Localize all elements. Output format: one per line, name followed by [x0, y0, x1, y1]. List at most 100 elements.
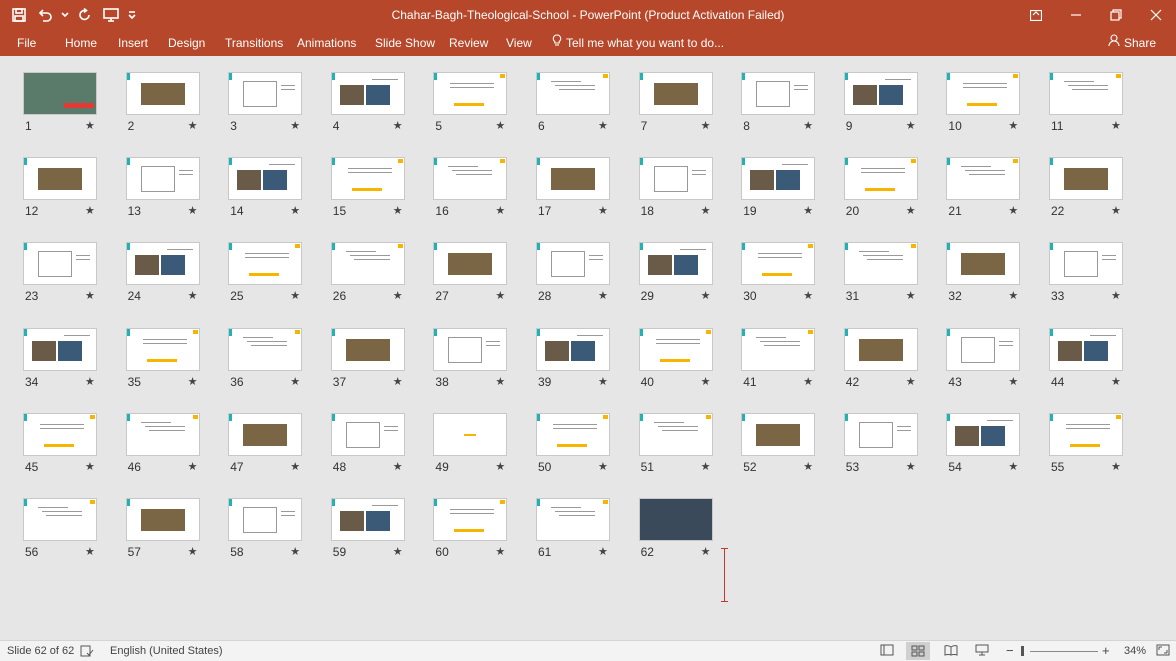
- slide-thumbnail-2[interactable]: 2 ★: [125, 72, 228, 133]
- transition-star-icon[interactable]: ★: [598, 375, 608, 388]
- transition-star-icon[interactable]: ★: [188, 545, 198, 558]
- transition-star-icon[interactable]: ★: [85, 289, 95, 302]
- transition-star-icon[interactable]: ★: [85, 460, 95, 473]
- normal-view-icon[interactable]: [880, 644, 896, 658]
- tell-me-box[interactable]: Tell me what you want to do...: [552, 34, 724, 52]
- slide-thumbnail-30[interactable]: 30 ★: [741, 242, 843, 303]
- slide-thumbnail-9[interactable]: 9 ★: [843, 72, 946, 133]
- slide-thumbnail-43[interactable]: 43 ★: [946, 327, 1048, 389]
- slide-thumbnail-44[interactable]: 44 ★: [1049, 327, 1151, 389]
- slide-thumbnail-25[interactable]: 25 ★: [228, 242, 330, 303]
- transition-star-icon[interactable]: ★: [290, 375, 300, 388]
- tab-home[interactable]: Home: [65, 34, 97, 52]
- tab-file[interactable]: File: [17, 34, 36, 52]
- transition-star-icon[interactable]: ★: [803, 119, 813, 132]
- slide-thumbnail-19[interactable]: 19 ★: [741, 157, 843, 218]
- tab-transitions[interactable]: Transitions: [225, 34, 283, 52]
- slide-thumbnail-48[interactable]: 48 ★: [330, 412, 433, 474]
- transition-star-icon[interactable]: ★: [290, 204, 300, 217]
- slide-thumbnail-38[interactable]: 38 ★: [433, 327, 535, 389]
- slide-thumbnail-31[interactable]: 31 ★: [843, 242, 946, 303]
- slide-thumbnail-18[interactable]: 18 ★: [638, 157, 741, 218]
- transition-star-icon[interactable]: ★: [1111, 375, 1121, 388]
- tab-slide-show[interactable]: Slide Show: [375, 34, 435, 52]
- transition-star-icon[interactable]: ★: [803, 375, 813, 388]
- slide-thumbnail-5[interactable]: 5 ★: [433, 72, 535, 133]
- transition-star-icon[interactable]: ★: [1008, 460, 1018, 473]
- transition-star-icon[interactable]: ★: [598, 460, 608, 473]
- ribbon-display-options-icon[interactable]: [1016, 0, 1056, 30]
- slide-thumbnail-42[interactable]: 42 ★: [843, 327, 946, 389]
- slide-thumbnail-26[interactable]: 26 ★: [330, 242, 433, 303]
- slide-thumbnail-41[interactable]: 41 ★: [741, 327, 843, 389]
- transition-star-icon[interactable]: ★: [803, 289, 813, 302]
- slide-thumbnail-55[interactable]: 55 ★: [1049, 412, 1151, 474]
- transition-star-icon[interactable]: ★: [495, 375, 505, 388]
- transition-star-icon[interactable]: ★: [906, 204, 916, 217]
- slide-thumbnail-1[interactable]: 1 ★: [23, 72, 125, 133]
- slide-thumbnail-28[interactable]: 28 ★: [536, 242, 638, 303]
- slide-thumbnail-39[interactable]: 39 ★: [536, 327, 638, 389]
- slide-thumbnail-24[interactable]: 24 ★: [125, 242, 228, 303]
- tab-insert[interactable]: Insert: [118, 34, 148, 52]
- slide-thumbnail-61[interactable]: 61 ★: [536, 498, 638, 559]
- transition-star-icon[interactable]: ★: [495, 289, 505, 302]
- slide-thumbnail-37[interactable]: 37 ★: [330, 327, 433, 389]
- slide-thumbnail-32[interactable]: 32 ★: [946, 242, 1048, 303]
- transition-star-icon[interactable]: ★: [598, 289, 608, 302]
- transition-star-icon[interactable]: ★: [803, 460, 813, 473]
- transition-star-icon[interactable]: ★: [393, 119, 403, 132]
- slide-thumbnail-7[interactable]: 7 ★: [638, 72, 741, 133]
- slide-thumbnail-29[interactable]: 29 ★: [638, 242, 741, 303]
- transition-star-icon[interactable]: ★: [495, 545, 505, 558]
- close-icon[interactable]: [1136, 0, 1176, 30]
- slide-thumbnail-35[interactable]: 35 ★: [125, 327, 228, 389]
- slide-thumbnail-17[interactable]: 17 ★: [536, 157, 638, 218]
- slide-counter[interactable]: Slide 62 of 62: [7, 645, 74, 657]
- slide-thumbnail-62[interactable]: 62 ★: [638, 498, 741, 559]
- slide-thumbnail-33[interactable]: 33 ★: [1049, 242, 1151, 303]
- zoom-in-button[interactable]: +: [1102, 643, 1110, 658]
- slide-thumbnail-22[interactable]: 22 ★: [1049, 157, 1151, 218]
- slide-thumbnail-12[interactable]: 12 ★: [23, 157, 125, 218]
- slide-thumbnail-54[interactable]: 54 ★: [946, 412, 1048, 474]
- slide-thumbnail-50[interactable]: 50 ★: [536, 412, 638, 474]
- transition-star-icon[interactable]: ★: [701, 460, 711, 473]
- transition-star-icon[interactable]: ★: [495, 204, 505, 217]
- transition-star-icon[interactable]: ★: [1111, 289, 1121, 302]
- transition-star-icon[interactable]: ★: [701, 375, 711, 388]
- transition-star-icon[interactable]: ★: [598, 119, 608, 132]
- slide-thumbnail-16[interactable]: 16 ★: [433, 157, 535, 218]
- slide-thumbnail-46[interactable]: 46 ★: [125, 412, 228, 474]
- slide-thumbnail-21[interactable]: 21 ★: [946, 157, 1048, 218]
- slide-thumbnail-23[interactable]: 23 ★: [23, 242, 125, 303]
- slide-thumbnail-34[interactable]: 34 ★: [23, 327, 125, 389]
- slide-thumbnail-20[interactable]: 20 ★: [843, 157, 946, 218]
- slide-thumbnail-6[interactable]: 6 ★: [536, 72, 638, 133]
- slide-thumbnail-51[interactable]: 51 ★: [638, 412, 741, 474]
- transition-star-icon[interactable]: ★: [85, 204, 95, 217]
- slide-thumbnail-14[interactable]: 14 ★: [228, 157, 330, 218]
- transition-star-icon[interactable]: ★: [803, 204, 813, 217]
- transition-star-icon[interactable]: ★: [393, 204, 403, 217]
- transition-star-icon[interactable]: ★: [188, 375, 198, 388]
- transition-star-icon[interactable]: ★: [1008, 119, 1018, 132]
- slide-thumbnail-4[interactable]: 4 ★: [330, 72, 433, 133]
- transition-star-icon[interactable]: ★: [701, 119, 711, 132]
- slide-thumbnail-10[interactable]: 10 ★: [946, 72, 1048, 133]
- slide-thumbnail-47[interactable]: 47 ★: [228, 412, 330, 474]
- transition-star-icon[interactable]: ★: [85, 545, 95, 558]
- spelling-check-icon[interactable]: [80, 644, 96, 658]
- language-indicator[interactable]: English (United States): [110, 645, 223, 657]
- transition-star-icon[interactable]: ★: [701, 204, 711, 217]
- tab-view[interactable]: View: [506, 34, 532, 52]
- slide-thumbnail-56[interactable]: 56 ★: [23, 498, 125, 559]
- transition-star-icon[interactable]: ★: [393, 289, 403, 302]
- transition-star-icon[interactable]: ★: [290, 119, 300, 132]
- slide-thumbnail-8[interactable]: 8 ★: [741, 72, 843, 133]
- slide-thumbnail-60[interactable]: 60 ★: [433, 498, 535, 559]
- restore-icon[interactable]: [1096, 0, 1136, 30]
- tab-animations[interactable]: Animations: [297, 34, 356, 52]
- slide-thumbnail-45[interactable]: 45 ★: [23, 412, 125, 474]
- minimize-icon[interactable]: [1056, 0, 1096, 30]
